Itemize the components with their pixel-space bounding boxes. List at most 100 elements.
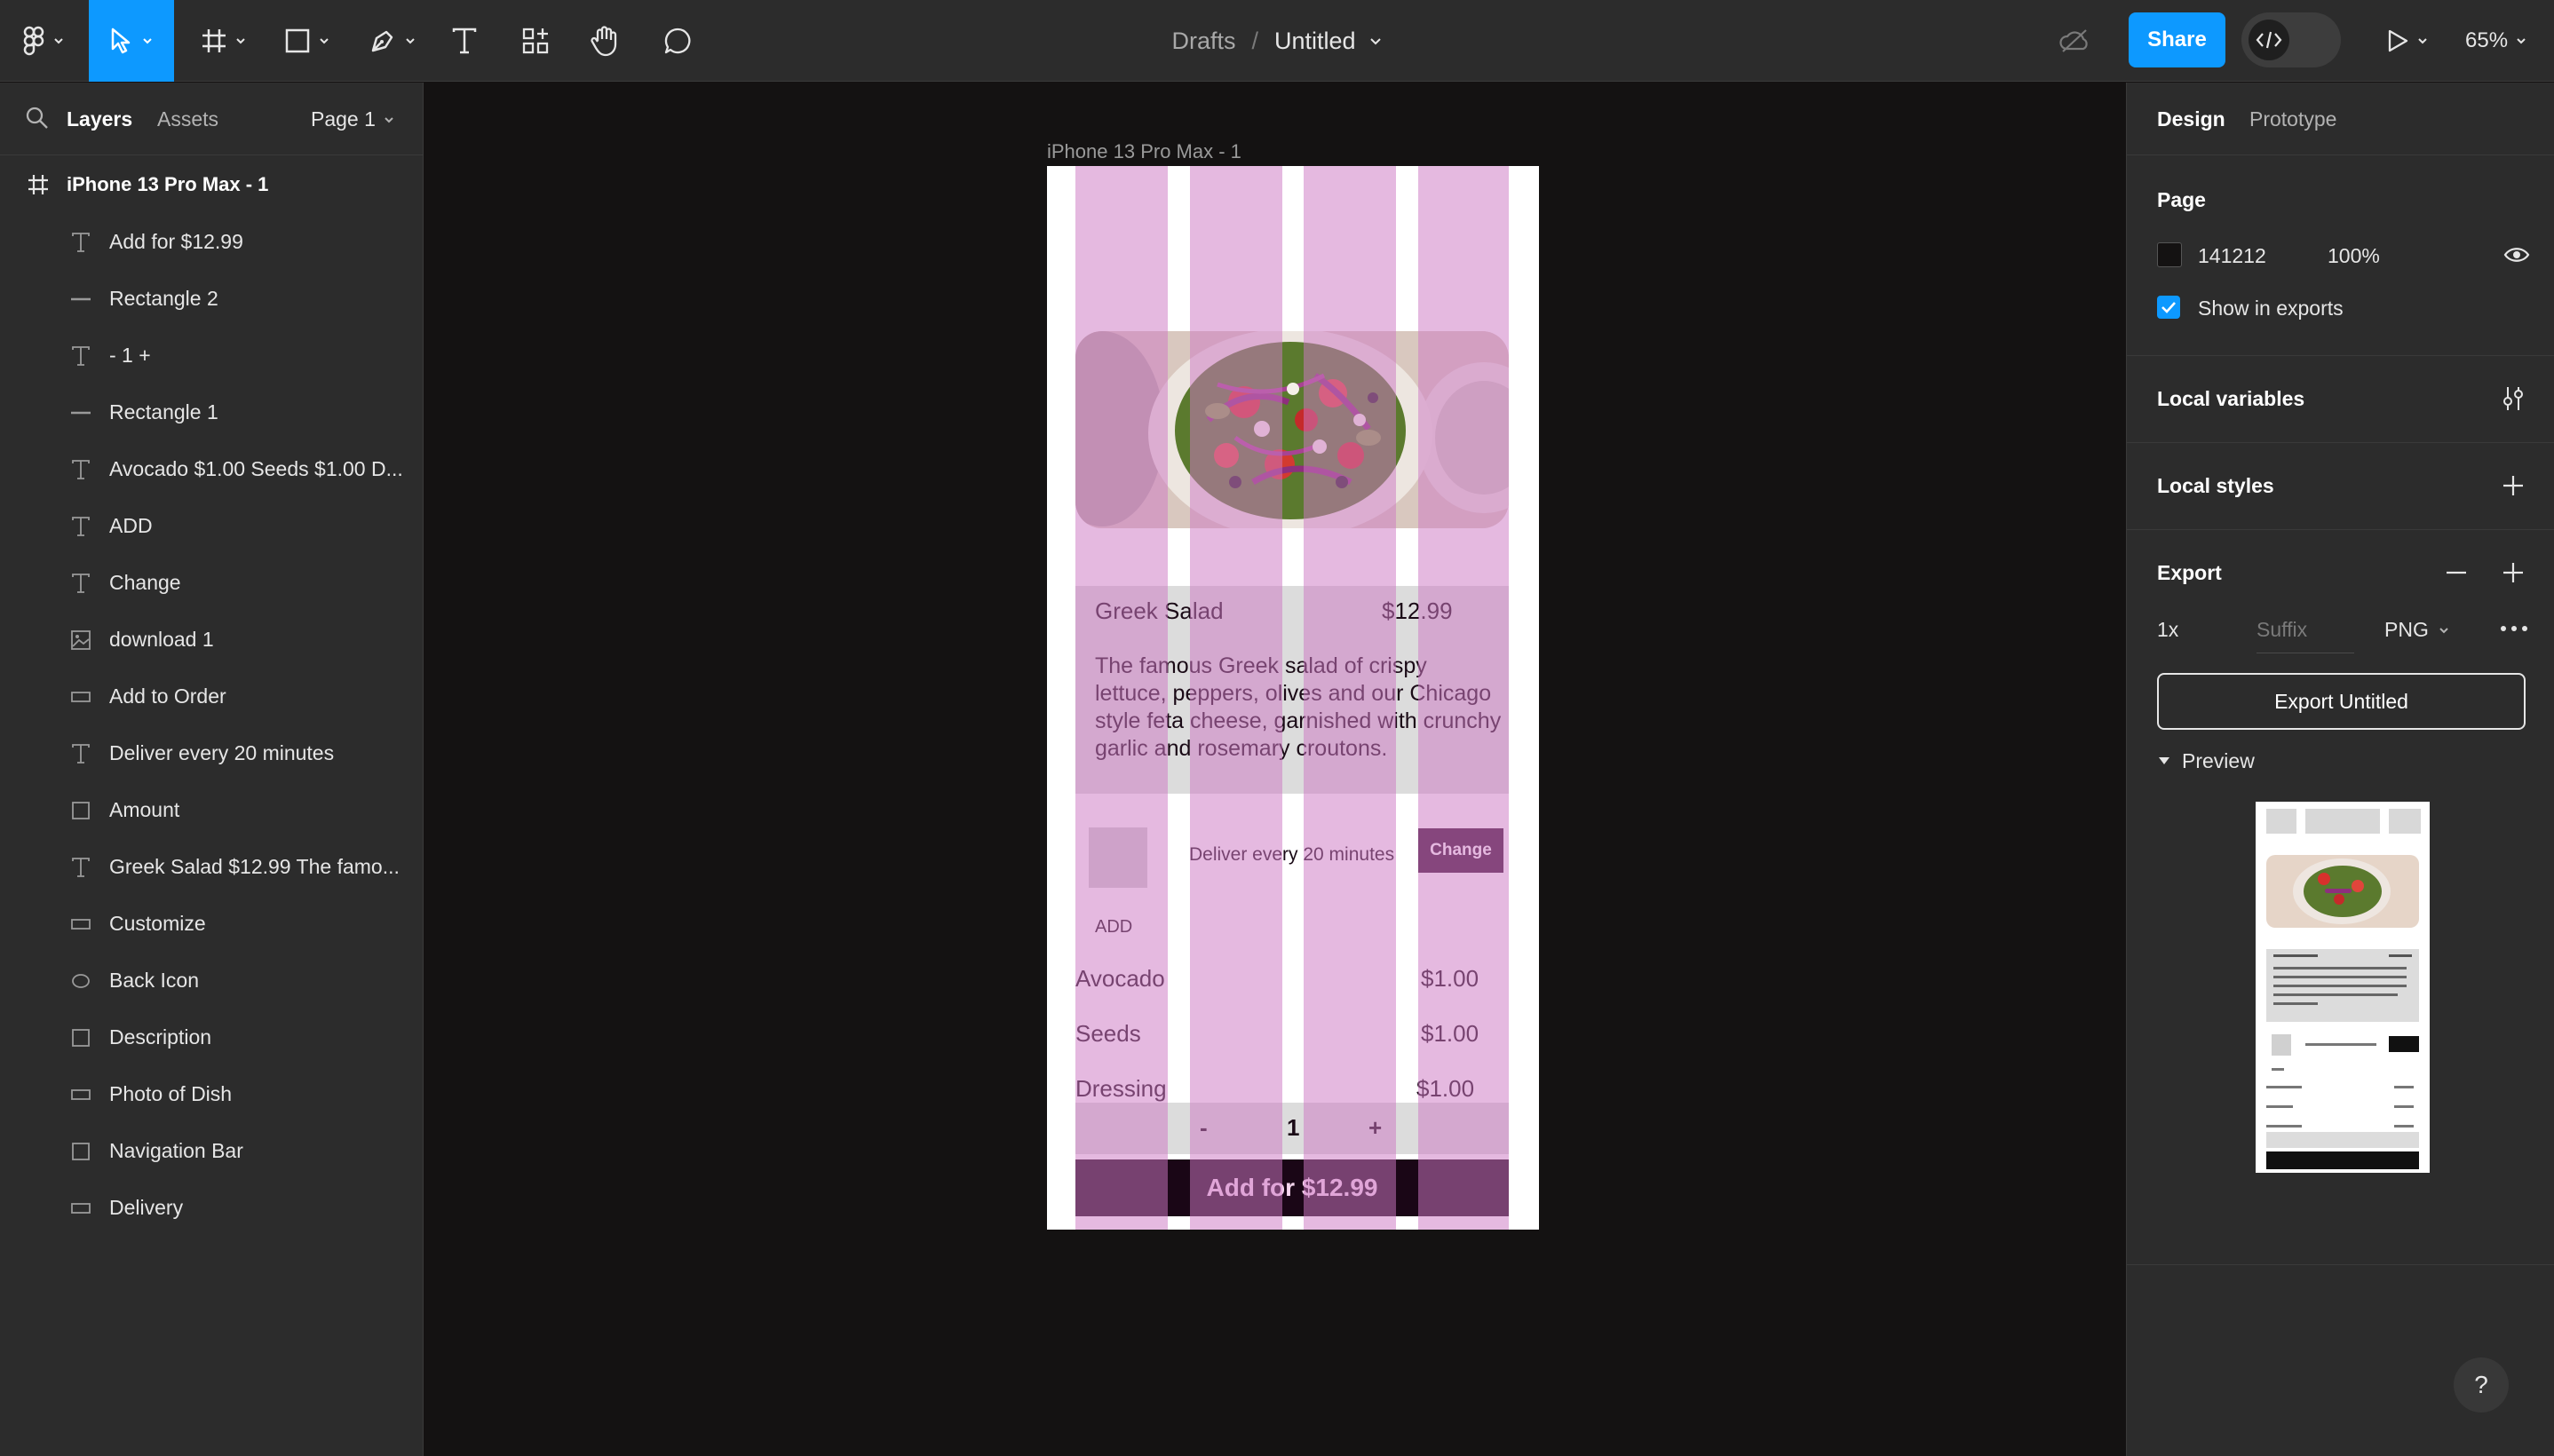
eye-icon[interactable]	[2503, 244, 2530, 265]
show-in-exports-label: Show in exports	[2198, 297, 2344, 320]
layer-item[interactable]: Customize	[0, 895, 424, 952]
show-in-exports-checkbox[interactable]	[2157, 296, 2180, 319]
text-icon	[69, 515, 92, 538]
photo-of-dish[interactable]	[1075, 331, 1509, 528]
layer-item[interactable]: Greek Salad $12.99 The famo...	[0, 838, 424, 895]
add-heading: ADD	[1095, 917, 1133, 937]
layer-item[interactable]: Change	[0, 554, 424, 611]
rectangle-icon	[69, 1197, 92, 1220]
layer-item[interactable]: ADD	[0, 497, 424, 554]
phone-frame[interactable]: Greek Salad $12.99 The famous Greek sala…	[1047, 166, 1539, 1230]
plus-icon[interactable]	[2502, 474, 2525, 497]
local-variables-section: Local variables	[2127, 356, 2554, 443]
preview-label[interactable]: Preview	[2182, 749, 2255, 773]
top-toolbar: Drafts / Untitled Share 65%	[0, 0, 2554, 82]
layer-item-label: Add to Order	[109, 684, 226, 708]
breadcrumb-drafts[interactable]: Drafts	[1171, 28, 1235, 55]
layer-item[interactable]: - 1 +	[0, 327, 424, 384]
change-button-label: Change	[1430, 841, 1492, 859]
layer-item[interactable]: Description	[0, 1009, 424, 1065]
tab-layers[interactable]: Layers	[67, 107, 132, 131]
frame-label[interactable]: iPhone 13 Pro Max - 1	[1047, 140, 1241, 163]
page-color-hex[interactable]: 141212	[2198, 244, 2266, 268]
amount-box[interactable]	[1089, 827, 1147, 888]
layer-item[interactable]: Delivery	[0, 1179, 424, 1236]
triangle-down-icon[interactable]	[2157, 755, 2171, 767]
layer-root-label: iPhone 13 Pro Max - 1	[67, 173, 269, 195]
breadcrumb-separator: /	[1251, 27, 1258, 54]
tab-assets[interactable]: Assets	[157, 107, 218, 131]
add-to-order-button[interactable]: Add for $12.99	[1075, 1159, 1509, 1216]
addon-name[interactable]: Dressing	[1075, 1075, 1167, 1103]
text-icon	[69, 856, 92, 879]
layers-panel-tabs: Layers Assets Page 1	[0, 83, 424, 155]
variables-sliders-icon[interactable]	[2500, 384, 2526, 413]
search-icon[interactable]	[25, 106, 50, 131]
chevron-down-icon[interactable]	[1368, 34, 1383, 48]
chevron-down-icon	[2517, 38, 2526, 44]
zoom-menu[interactable]: 65%	[2465, 0, 2527, 82]
layer-item[interactable]: Amount	[0, 781, 424, 838]
layer-item[interactable]: Photo of Dish	[0, 1065, 424, 1122]
layer-item-label: Rectangle 1	[109, 400, 218, 423]
layer-item[interactable]: Back Icon	[0, 952, 424, 1009]
export-button[interactable]: Export Untitled	[2157, 673, 2526, 730]
layer-item[interactable]: Add to Order	[0, 668, 424, 724]
share-button[interactable]: Share	[2129, 12, 2225, 67]
layer-item-label: Add for $12.99	[109, 230, 243, 253]
layer-item-label: ADD	[109, 514, 153, 537]
layer-item-label: Customize	[109, 912, 206, 935]
export-section: Export 1x Suffix PNG Export Untitled Pre…	[2127, 530, 2554, 1265]
local-variables-title[interactable]: Local variables	[2157, 387, 2304, 411]
layer-item-label: Deliver every 20 minutes	[109, 741, 335, 764]
quantity-plus-button[interactable]: +	[1368, 1114, 1382, 1142]
page-selector[interactable]: Page 1	[311, 107, 395, 131]
layer-item[interactable]: Navigation Bar	[0, 1122, 424, 1179]
help-button[interactable]: ?	[2454, 1357, 2509, 1412]
text-icon	[69, 572, 92, 595]
layer-item-label: Description	[109, 1025, 212, 1048]
file-name[interactable]: Untitled	[1274, 28, 1356, 55]
page-opacity[interactable]: 100%	[2328, 244, 2380, 268]
layer-item[interactable]: Add for $12.99	[0, 213, 424, 270]
change-button[interactable]: Change	[1418, 828, 1503, 873]
layer-item-label: Greek Salad $12.99 The famo...	[109, 855, 400, 878]
add-to-order-label: Add for $12.99	[1206, 1174, 1378, 1201]
play-icon	[2388, 29, 2408, 52]
export-suffix-input[interactable]: Suffix	[2257, 618, 2354, 653]
export-title: Export	[2157, 561, 2222, 584]
layer-item-label: Navigation Bar	[109, 1139, 243, 1162]
page-color-swatch[interactable]	[2157, 242, 2182, 267]
layer-item[interactable]: Deliver every 20 minutes	[0, 724, 424, 781]
more-options-icon[interactable]	[2500, 624, 2528, 633]
dev-mode-toggle[interactable]	[2241, 12, 2341, 67]
panel-tabs: Design Prototype	[2127, 83, 2554, 155]
rectangle-icon	[69, 685, 92, 708]
local-styles-title: Local styles	[2157, 474, 2274, 497]
addon-name[interactable]: Avocado	[1075, 965, 1165, 993]
layer-item[interactable]: download 1	[0, 611, 424, 668]
layer-item-label: Photo of Dish	[109, 1082, 233, 1105]
rectangle-icon	[69, 1083, 92, 1106]
addon-name[interactable]: Seeds	[1075, 1020, 1141, 1048]
deliver-every-text: Deliver every 20 minutes	[1189, 844, 1395, 865]
plus-icon[interactable]	[2502, 561, 2525, 584]
offline-status-button[interactable]	[2051, 0, 2098, 82]
present-button[interactable]	[2376, 0, 2439, 82]
layer-item[interactable]: Rectangle 2	[0, 270, 424, 327]
text-icon	[69, 742, 92, 765]
navigation-bar[interactable]	[1075, 186, 1509, 262]
minus-icon[interactable]	[2445, 561, 2468, 584]
layer-item[interactable]: Avocado $1.00 Seeds $1.00 D...	[0, 440, 424, 497]
tab-design[interactable]: Design	[2157, 107, 2225, 131]
layer-root-frame[interactable]: iPhone 13 Pro Max - 1	[0, 156, 424, 213]
tab-prototype[interactable]: Prototype	[2249, 107, 2336, 131]
export-scale[interactable]: 1x	[2157, 618, 2178, 642]
layer-item[interactable]: Rectangle 1	[0, 384, 424, 440]
code-brackets-icon	[2256, 31, 2282, 49]
zoom-value: 65%	[2465, 28, 2509, 52]
dish-description: The famous Greek salad of crispy lettuce…	[1095, 653, 1502, 761]
quantity-minus-button[interactable]: -	[1200, 1114, 1208, 1142]
dish-price: $12.99	[1382, 597, 1453, 624]
export-format-select[interactable]: PNG	[2384, 618, 2450, 642]
